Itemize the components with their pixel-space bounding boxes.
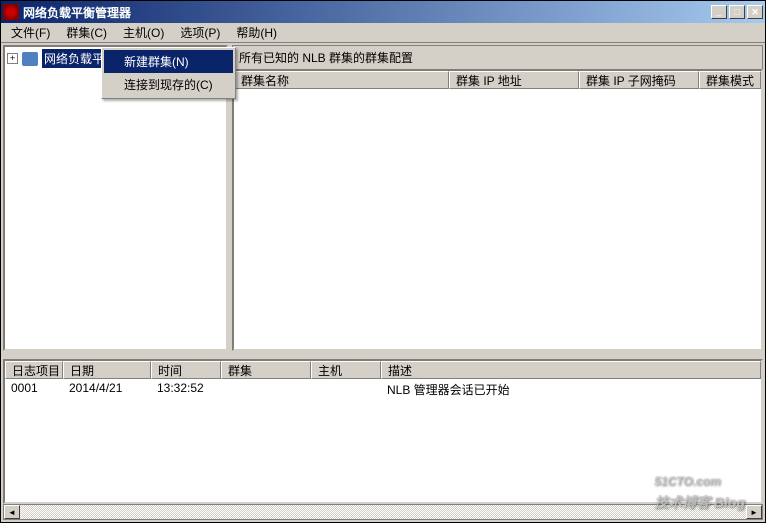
horizontal-splitter[interactable] bbox=[1, 353, 765, 357]
ctx-connect-existing[interactable]: 连接到现存的(C) bbox=[104, 73, 233, 96]
col-log-date[interactable]: 日期 bbox=[63, 361, 151, 379]
right-pane: 所有已知的 NLB 群集的群集配置 群集名称 群集 IP 地址 群集 IP 子网… bbox=[232, 45, 763, 351]
workspace: + 网络负载平衡群集 所有已知的 NLB 群集的群集配置 群集名称 群集 IP … bbox=[1, 43, 765, 522]
log-row[interactable]: 0001 2014/4/21 13:32:52 NLB 管理器会话已开始 bbox=[5, 379, 761, 400]
col-log-time[interactable]: 时间 bbox=[151, 361, 221, 379]
log-pane: 日志项目 日期 时间 群集 主机 描述 0001 2014/4/21 13:32… bbox=[3, 359, 763, 504]
col-cluster-name[interactable]: 群集名称 bbox=[234, 71, 449, 89]
log-cell-description: NLB 管理器会话已开始 bbox=[381, 381, 761, 398]
log-cell-time: 13:32:52 bbox=[151, 381, 221, 398]
menu-file[interactable]: 文件(F) bbox=[3, 22, 58, 43]
window-title: 网络负载平衡管理器 bbox=[23, 4, 711, 21]
cluster-icon bbox=[22, 52, 38, 66]
log-cell-entry: 0001 bbox=[5, 381, 63, 398]
col-log-host[interactable]: 主机 bbox=[311, 361, 381, 379]
col-cluster-ip[interactable]: 群集 IP 地址 bbox=[449, 71, 579, 89]
right-pane-header: 所有已知的 NLB 群集的群集配置 bbox=[232, 45, 763, 69]
col-log-entry[interactable]: 日志项目 bbox=[5, 361, 63, 379]
scroll-track[interactable] bbox=[20, 505, 746, 519]
menu-host[interactable]: 主机(O) bbox=[115, 22, 172, 43]
menu-options[interactable]: 选项(P) bbox=[172, 22, 228, 43]
scroll-right-arrow-icon[interactable]: ► bbox=[746, 505, 762, 519]
col-log-description[interactable]: 描述 bbox=[381, 361, 761, 379]
context-menu: 新建群集(N) 连接到现存的(C) bbox=[101, 47, 236, 99]
col-cluster-subnet[interactable]: 群集 IP 子网掩码 bbox=[579, 71, 699, 89]
col-cluster-mode[interactable]: 群集模式 bbox=[699, 71, 761, 89]
cluster-listview: 群集名称 群集 IP 地址 群集 IP 子网掩码 群集模式 bbox=[232, 69, 763, 351]
maximize-button[interactable]: □ bbox=[729, 5, 745, 19]
col-log-cluster[interactable]: 群集 bbox=[221, 361, 311, 379]
horizontal-scrollbar[interactable]: ◄ ► bbox=[3, 504, 763, 520]
menu-help[interactable]: 帮助(H) bbox=[228, 22, 285, 43]
app-icon bbox=[3, 4, 19, 20]
minimize-button[interactable]: _ bbox=[711, 5, 727, 19]
log-cell-date: 2014/4/21 bbox=[63, 381, 151, 398]
log-cell-cluster bbox=[221, 381, 311, 398]
close-button[interactable]: ✕ bbox=[747, 5, 763, 19]
menu-cluster[interactable]: 群集(C) bbox=[58, 22, 115, 43]
titlebar: 网络负载平衡管理器 _ □ ✕ bbox=[1, 1, 765, 23]
menubar: 文件(F) 群集(C) 主机(O) 选项(P) 帮助(H) bbox=[1, 23, 765, 43]
main-window: 网络负载平衡管理器 _ □ ✕ 文件(F) 群集(C) 主机(O) 选项(P) … bbox=[0, 0, 766, 523]
scroll-left-arrow-icon[interactable]: ◄ bbox=[4, 505, 20, 519]
expand-icon[interactable]: + bbox=[7, 53, 18, 64]
log-cell-host bbox=[311, 381, 381, 398]
ctx-new-cluster[interactable]: 新建群集(N) bbox=[104, 50, 233, 73]
